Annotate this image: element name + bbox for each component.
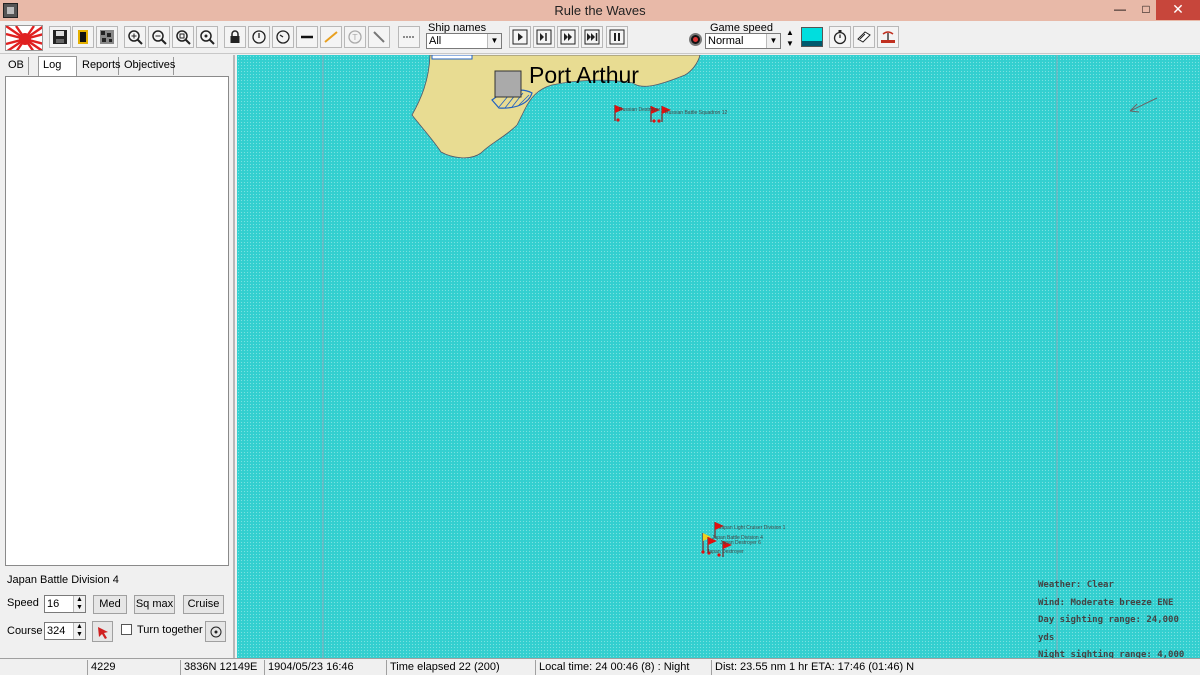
minimize-button[interactable]: — [1107,0,1133,20]
map-overlay [322,55,1158,658]
torpedo-icon[interactable]: T [344,26,366,48]
exit-door-icon[interactable] [72,26,94,48]
game-speed-select[interactable]: Normal ▼ [705,33,781,49]
chevron-up-icon[interactable]: ▲ [783,27,797,38]
status-cell-distance: Dist: 23.55 nm 1 hr ETA: 17:46 (01:46) N [711,660,1200,675]
play-2-icon[interactable] [533,26,555,48]
window-title: Rule the Waves [554,3,646,18]
status-cell-local-time: Local time: 24 00:46 (8) : Night [535,660,711,675]
turn-together-checkbox[interactable] [121,624,132,635]
sea-color-swatch[interactable] [801,27,823,47]
clock-icon[interactable] [272,26,294,48]
set-course-arrow-icon[interactable] [92,621,113,642]
draw-line-icon[interactable] [320,26,342,48]
division-name: Japan Battle Division 4 [7,574,119,586]
compass-icon[interactable] [248,26,270,48]
turn-together-label: Turn together [137,624,203,636]
status-cell-date: 1904/05/23 16:46 [264,660,386,675]
svg-text:T: T [352,33,358,42]
tab-objectives[interactable]: Objectives [120,57,175,75]
course-stepper[interactable]: 324 ▲ ▼ [44,622,86,640]
close-button[interactable]: ✕ [1156,0,1200,20]
log-list[interactable] [5,76,229,566]
weather-panel: Weather: Clear Wind: Moderate breeze ENE… [1038,577,1200,658]
ship-label: Russian Destroyer [619,107,661,113]
save-icon[interactable] [49,26,71,48]
play-1-icon[interactable] [509,26,531,48]
pen-icon[interactable] [368,26,390,48]
ship-label: Japan Light Cruiser Division 1 [719,525,786,531]
panel-tabs: OB Log Reports Objectives [0,56,235,76]
port-arthur-label[interactable]: Port Arthur [529,62,639,89]
speed-label: Speed [7,597,39,609]
status-cell-empty [0,660,87,675]
lock-icon[interactable] [224,26,246,48]
game-speed-value: Normal [708,35,744,47]
record-icon[interactable] [689,33,702,46]
chevron-down-icon[interactable]: ▼ [487,34,501,48]
play-4-icon[interactable] [581,26,603,48]
port-marker[interactable] [494,70,522,98]
night-sighting-text: Night sighting range: 4,000 yds [1038,650,1185,658]
measure-line-icon[interactable] [296,26,318,48]
left-panel: OB Log Reports Objectives Japan Battle D… [0,55,235,658]
course-label: Course [7,625,43,637]
wind-text: Wind: Moderate breeze ENE [1038,597,1174,608]
status-bar: 4229 3836N 12149E 1904/05/23 16:46 Time … [0,658,1200,675]
zoom-reset-icon[interactable] [196,26,218,48]
crosshair-icon[interactable] [205,621,226,642]
chevron-down-icon[interactable]: ▼ [766,34,780,48]
speed-updown[interactable]: ▲ ▼ [73,596,85,612]
chevron-down-icon[interactable]: ▼ [783,38,797,49]
battle-map[interactable]: Port Arthur Russian Destroyer Russian Ba… [237,55,1200,658]
status-cell-position: 3836N 12149E [180,660,264,675]
ship-label: Japan Destroyer 6 [720,540,761,546]
day-sighting-text: Day sighting range: 24,000 yds [1038,615,1179,643]
wind-arrow-icon [1129,97,1158,113]
zoom-out-icon[interactable] [148,26,170,48]
map-top-marker [431,55,473,60]
grid-pattern-icon[interactable] [96,26,118,48]
japan-flag-icon[interactable] [5,25,43,51]
formation-icon[interactable] [398,26,420,48]
ship-label: Russian Battle Squadron 12 [665,110,728,116]
med-button[interactable]: Med [93,595,127,614]
game-speed-stepper[interactable]: ▲ ▼ [783,27,797,49]
stopwatch-icon[interactable] [829,26,851,48]
speed-stepper[interactable]: 16 ▲ ▼ [44,595,86,613]
course-updown[interactable]: ▲ ▼ [73,623,85,639]
ship-names-select[interactable]: All ▼ [426,33,502,49]
title-bar: Rule the Waves — □ ✕ [0,0,1200,21]
ship-names-value: All [429,35,442,47]
island-icon[interactable] [877,26,899,48]
cruise-button[interactable]: Cruise [183,595,224,614]
weather-text: Weather: Clear [1038,580,1114,590]
course-value: 324 [47,625,66,637]
ship-label: Japan Destroyer [707,549,744,555]
play-3-icon[interactable] [557,26,579,48]
status-cell-id: 4229 [87,660,180,675]
speed-value: 16 [47,598,60,610]
status-cell-elapsed: Time elapsed 22 (200) [386,660,535,675]
zoom-in-icon[interactable] [124,26,146,48]
toolbar: T Ship names All ▼ Game speed Normal ▼ [0,21,1200,54]
tab-ob[interactable]: OB [4,57,29,75]
zoom-fit-icon[interactable] [172,26,194,48]
sq-max-button[interactable]: Sq max [134,595,175,614]
tab-reports[interactable]: Reports [78,57,121,75]
book-icon[interactable] [853,26,875,48]
tab-log[interactable]: Log [38,56,77,76]
pause-icon[interactable] [606,26,628,48]
